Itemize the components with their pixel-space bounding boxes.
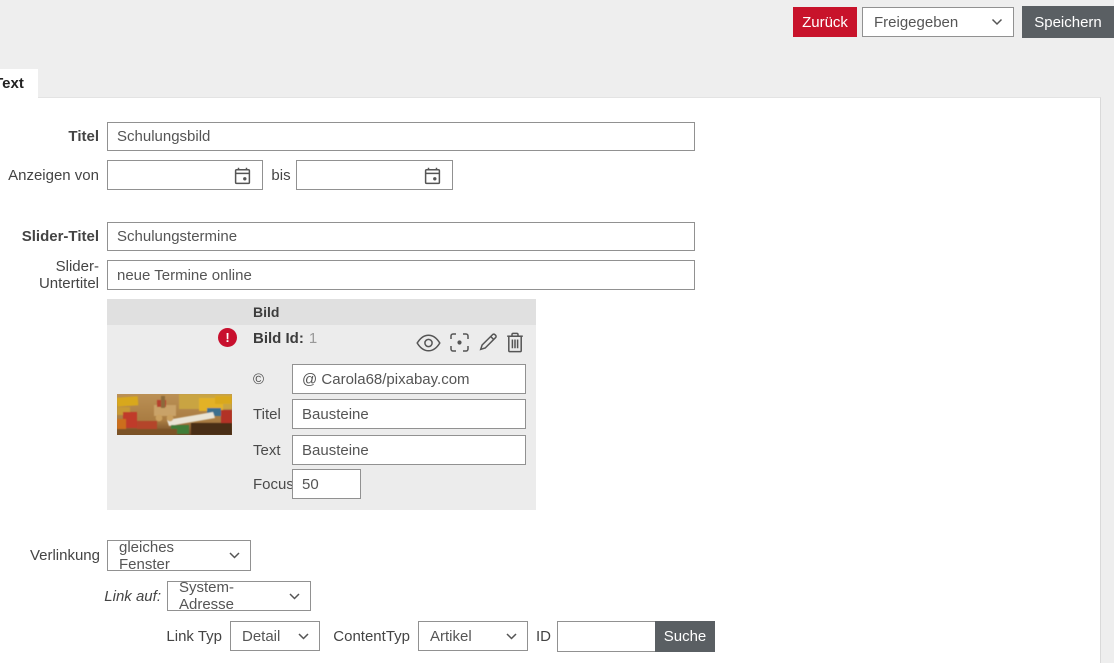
save-button[interactable]: Speichern	[1022, 6, 1114, 38]
titel-label: Titel	[0, 122, 99, 151]
slider-titel-input[interactable]	[107, 222, 695, 251]
chevron-down-icon	[229, 552, 240, 559]
error-icon: !	[218, 328, 237, 347]
calendar-icon[interactable]	[234, 167, 251, 185]
link-auf-select[interactable]: System-Adresse	[167, 581, 311, 611]
bild-id-value: 1	[309, 330, 317, 347]
chevron-down-icon	[298, 633, 309, 640]
focus-point-button[interactable]	[449, 332, 470, 353]
bild-id-label: Bild Id:	[253, 330, 304, 347]
copyright-label: ©	[253, 364, 264, 394]
slider-untertitel-label: Slider-Untertitel	[0, 260, 99, 290]
chevron-down-icon	[506, 633, 517, 640]
tab-text[interactable]: Text	[0, 69, 38, 98]
bild-text-label: Text	[253, 435, 281, 465]
link-typ-select-value: Detail	[242, 628, 280, 645]
bild-titel-input[interactable]	[292, 399, 526, 429]
copyright-input[interactable]	[292, 364, 526, 394]
calendar-icon[interactable]	[424, 167, 441, 185]
content-typ-select[interactable]: Artikel	[418, 621, 528, 651]
link-typ-label: Link Typ	[140, 621, 222, 651]
bild-panel-title: Bild	[253, 304, 279, 320]
slider-untertitel-input[interactable]	[107, 260, 695, 290]
slider-titel-label: Slider-Titel	[0, 222, 99, 251]
suche-button[interactable]: Suche	[655, 621, 715, 652]
id-input[interactable]	[557, 621, 656, 652]
bild-id: Bild Id: 1	[253, 328, 317, 348]
bild-text-input[interactable]	[292, 435, 526, 465]
anzeigen-von-label: Anzeigen von	[0, 160, 99, 190]
focus-label: Focus	[253, 469, 294, 499]
status-select[interactable]: Freigegeben	[862, 7, 1014, 37]
tab-text-label: Text	[0, 75, 24, 92]
eye-icon	[416, 334, 441, 352]
id-label: ID	[536, 621, 554, 652]
status-select-value: Freigegeben	[874, 14, 958, 31]
bild-thumbnail	[117, 394, 232, 435]
chevron-down-icon	[991, 18, 1003, 26]
focus-input[interactable]	[292, 469, 361, 499]
page: Zurück Freigegeben Speichern Text Titel …	[0, 0, 1114, 663]
content-typ-select-value: Artikel	[430, 628, 472, 645]
delete-button[interactable]	[506, 332, 524, 353]
link-auf-label: Link auf:	[60, 581, 161, 611]
verlinkung-select[interactable]: gleiches Fenster	[107, 540, 251, 571]
bild-panel-header: Bild	[107, 299, 536, 325]
bild-panel: Bild ! Bild Id: 1	[107, 299, 536, 510]
link-typ-select[interactable]: Detail	[230, 621, 320, 651]
verlinkung-select-value: gleiches Fenster	[119, 539, 229, 573]
content-typ-label: ContentTyp	[330, 621, 410, 651]
bis-label: bis	[268, 160, 294, 190]
trash-icon	[506, 332, 524, 353]
focus-point-icon	[449, 332, 470, 353]
preview-button[interactable]	[416, 334, 441, 352]
pencil-icon	[478, 332, 498, 353]
bild-titel-label: Titel	[253, 399, 281, 429]
verlinkung-label: Verlinkung	[0, 540, 100, 571]
titel-input[interactable]	[107, 122, 695, 151]
back-button[interactable]: Zurück	[793, 7, 857, 37]
edit-button[interactable]	[478, 332, 498, 353]
link-auf-select-value: System-Adresse	[179, 579, 289, 613]
chevron-down-icon	[289, 593, 300, 600]
